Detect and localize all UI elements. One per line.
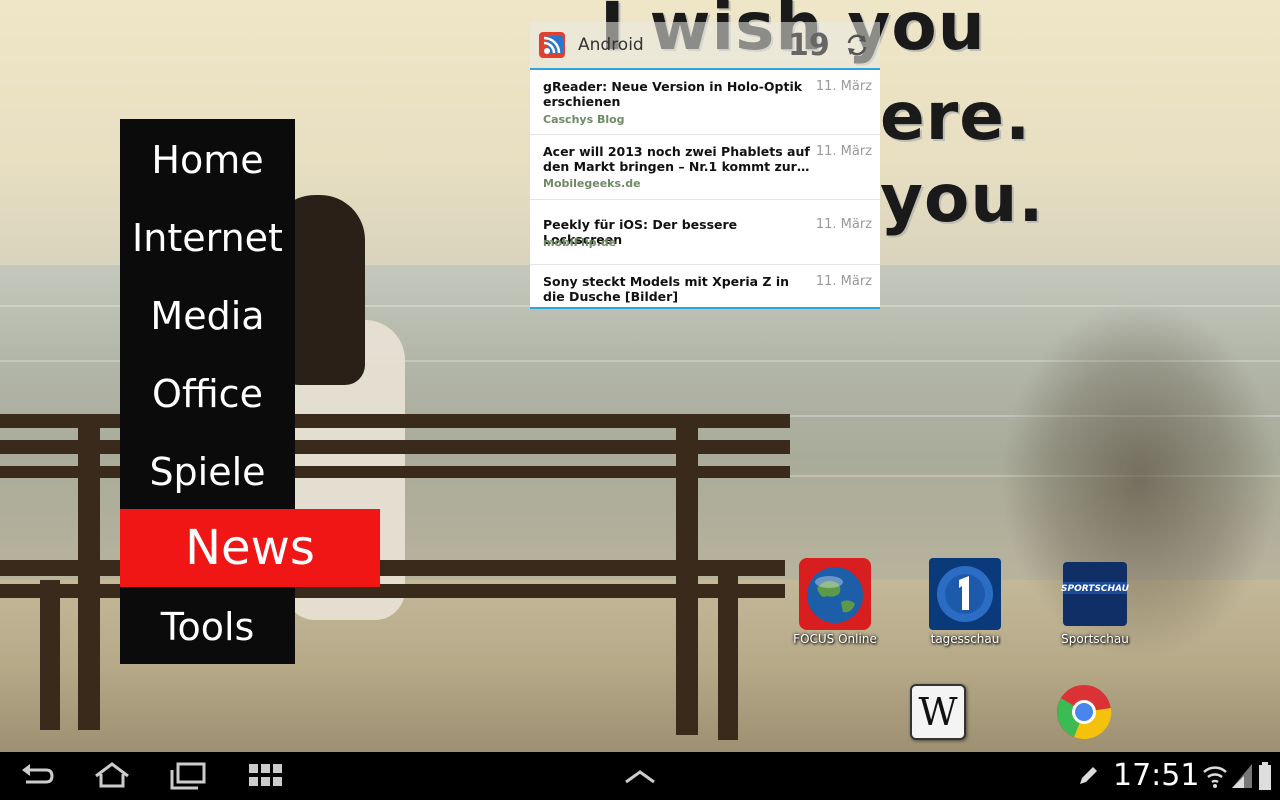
article-item[interactable]: gReader: Neue Version in Holo-Optik ersc… [530, 70, 880, 135]
app-label: Sportschau [1061, 632, 1129, 646]
home-icon[interactable] [92, 760, 132, 792]
back-icon[interactable] [18, 760, 58, 792]
tagesschau-icon[interactable] [929, 558, 1001, 630]
refresh-icon[interactable] [844, 32, 870, 58]
chevron-up-icon[interactable] [620, 760, 660, 792]
wifi-icon [1203, 766, 1227, 788]
sportschau-badge-text: SPORTSCHAU [1061, 584, 1130, 594]
system-bar: 17:51 [0, 752, 1280, 800]
article-date: 11. März [815, 217, 872, 232]
clock: 17:51 [1113, 758, 1200, 793]
menu-item-spiele[interactable]: Spiele [120, 433, 295, 511]
article-date: 11. März [815, 144, 872, 159]
pen-icon [1080, 767, 1097, 784]
article-date: 11. März [815, 79, 872, 94]
wallpaper-shrub [1000, 300, 1280, 660]
article-item[interactable]: Sony steckt Models mit Xperia Z in die D… [530, 265, 880, 307]
greader-logo-icon[interactable] [539, 32, 565, 58]
menu-item-media[interactable]: Media [120, 277, 295, 355]
widget-unread-count: 19 [788, 28, 830, 63]
widget-title: Android [578, 35, 644, 55]
article-source: mobiFlip.de [543, 236, 617, 249]
battery-icon [1259, 762, 1271, 790]
article-title: Acer will 2013 noch zwei Phablets auf de… [543, 144, 810, 174]
screenshot-grid-icon[interactable] [246, 760, 286, 792]
article-date: 11. März [815, 274, 872, 289]
focus-online-icon[interactable] [799, 558, 871, 630]
wikipedia-icon[interactable]: W [910, 684, 966, 740]
side-menu: Home Internet Media Office Spiele News T… [120, 119, 380, 666]
article-item[interactable]: Peekly für iOS: Der bessere Lockscreen 1… [530, 200, 880, 265]
widget-article-list: gReader: Neue Version in Holo-Optik ersc… [530, 70, 880, 309]
article-source: Mobilegeeks.de [543, 177, 641, 190]
app-label: FOCUS Online [793, 632, 877, 646]
article-title: Sony steckt Models mit Xperia Z in die D… [543, 274, 789, 304]
recent-apps-icon[interactable] [168, 760, 208, 792]
menu-item-home[interactable]: Home [120, 121, 295, 199]
widget-header[interactable]: Android 19 [530, 22, 880, 70]
greader-widget: Android 19 gReader: Neue Version in Holo… [530, 22, 880, 309]
article-item[interactable]: Acer will 2013 noch zwei Phablets auf de… [530, 135, 880, 200]
article-source: Caschys Blog [543, 113, 625, 126]
app-label: tagesschau [930, 632, 1000, 646]
wallpaper-quote-line-2: ere. [880, 78, 1032, 155]
chrome-icon[interactable] [1056, 684, 1112, 740]
article-title: gReader: Neue Version in Holo-Optik ersc… [543, 79, 803, 109]
sportschau-icon[interactable]: SPORTSCHAU [1059, 558, 1131, 630]
menu-item-internet[interactable]: Internet [120, 199, 295, 277]
menu-item-news[interactable]: News [120, 509, 380, 587]
wallpaper-quote-line-3: you. [880, 160, 1045, 237]
signal-icon [1232, 764, 1252, 788]
menu-item-office[interactable]: Office [120, 355, 295, 433]
menu-item-tools[interactable]: Tools [120, 588, 295, 666]
